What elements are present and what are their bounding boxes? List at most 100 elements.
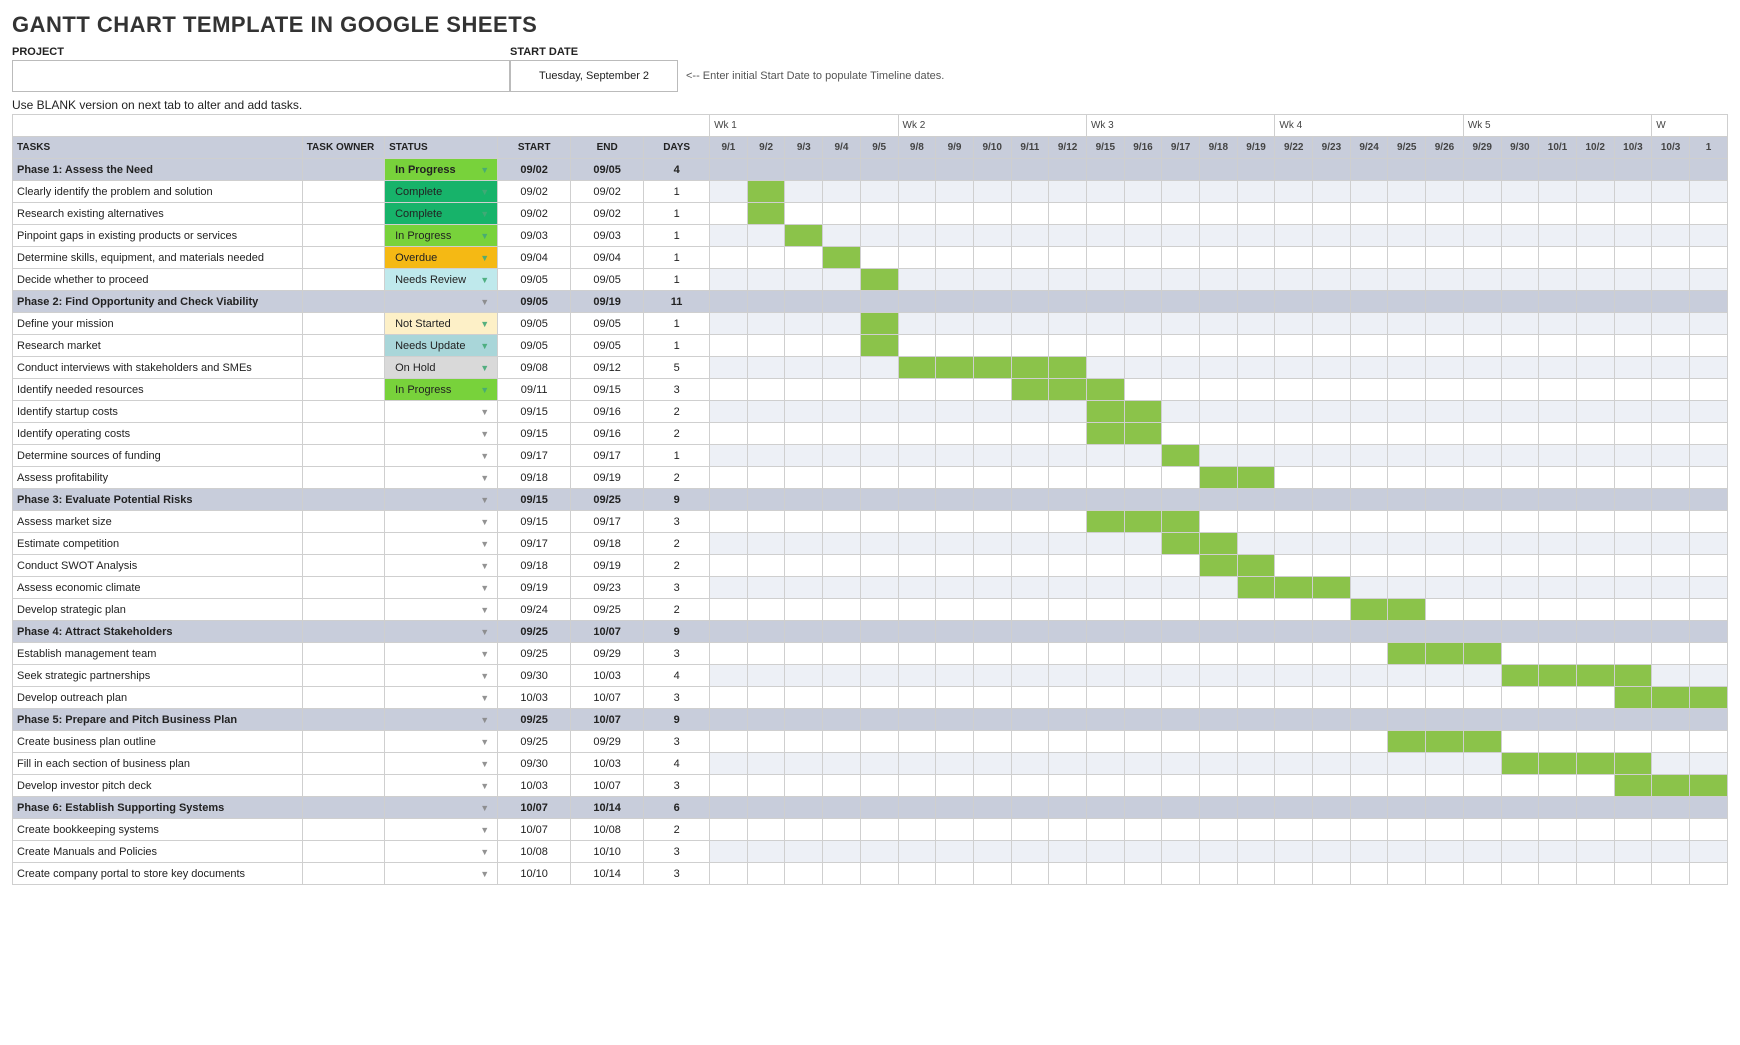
- timeline-cell[interactable]: [1501, 533, 1539, 555]
- timeline-cell[interactable]: [1275, 863, 1313, 885]
- timeline-cell[interactable]: [936, 797, 974, 819]
- timeline-cell[interactable]: [1463, 687, 1501, 709]
- status-cell[interactable]: In Progress▼: [385, 159, 498, 181]
- timeline-cell[interactable]: [1576, 753, 1614, 775]
- timeline-cell[interactable]: [1124, 467, 1162, 489]
- timeline-cell[interactable]: [823, 753, 861, 775]
- timeline-cell[interactable]: [1350, 423, 1388, 445]
- timeline-cell[interactable]: [860, 819, 898, 841]
- timeline-cell[interactable]: [1463, 797, 1501, 819]
- chevron-down-icon[interactable]: ▼: [480, 209, 491, 219]
- timeline-cell[interactable]: [936, 577, 974, 599]
- timeline-cell[interactable]: [1124, 643, 1162, 665]
- timeline-cell[interactable]: [1388, 159, 1426, 181]
- timeline-cell[interactable]: [1237, 291, 1275, 313]
- timeline-cell[interactable]: [1313, 511, 1351, 533]
- timeline-cell[interactable]: [1049, 687, 1087, 709]
- timeline-cell[interactable]: [1539, 291, 1577, 313]
- timeline-cell[interactable]: [1652, 731, 1690, 753]
- timeline-cell[interactable]: [1501, 863, 1539, 885]
- timeline-cell[interactable]: [1162, 489, 1200, 511]
- status-cell[interactable]: ▼: [385, 775, 498, 797]
- timeline-cell[interactable]: [1426, 555, 1464, 577]
- timeline-cell[interactable]: [710, 445, 748, 467]
- status-cell[interactable]: ▼: [385, 445, 498, 467]
- timeline-cell[interactable]: [898, 731, 936, 753]
- timeline-cell[interactable]: [1350, 555, 1388, 577]
- status-cell[interactable]: On Hold▼: [385, 357, 498, 379]
- timeline-cell[interactable]: [973, 401, 1011, 423]
- timeline-cell[interactable]: [860, 753, 898, 775]
- timeline-cell[interactable]: [1426, 775, 1464, 797]
- timeline-cell[interactable]: [1011, 291, 1049, 313]
- timeline-cell[interactable]: [823, 401, 861, 423]
- status-cell[interactable]: Needs Update▼: [385, 335, 498, 357]
- timeline-cell[interactable]: [1162, 797, 1200, 819]
- timeline-cell[interactable]: [1576, 731, 1614, 753]
- timeline-cell[interactable]: [1463, 445, 1501, 467]
- timeline-cell[interactable]: [1388, 687, 1426, 709]
- timeline-cell[interactable]: [823, 819, 861, 841]
- timeline-cell[interactable]: [710, 335, 748, 357]
- timeline-cell[interactable]: [1426, 203, 1464, 225]
- timeline-cell[interactable]: [710, 555, 748, 577]
- chevron-down-icon[interactable]: ▼: [480, 539, 491, 549]
- timeline-cell[interactable]: [973, 159, 1011, 181]
- timeline-cell[interactable]: [936, 511, 974, 533]
- status-cell[interactable]: ▼: [385, 687, 498, 709]
- timeline-cell[interactable]: [860, 643, 898, 665]
- timeline-cell[interactable]: [823, 489, 861, 511]
- timeline-cell[interactable]: [1124, 203, 1162, 225]
- cell-end[interactable]: 09/15: [571, 379, 644, 401]
- timeline-cell[interactable]: [936, 357, 974, 379]
- timeline-cell[interactable]: [860, 445, 898, 467]
- timeline-cell[interactable]: [1162, 533, 1200, 555]
- timeline-cell[interactable]: [1388, 269, 1426, 291]
- status-cell[interactable]: ▼: [385, 555, 498, 577]
- timeline-cell[interactable]: [1199, 225, 1237, 247]
- timeline-cell[interactable]: [1614, 401, 1652, 423]
- timeline-cell[interactable]: [1463, 357, 1501, 379]
- timeline-cell[interactable]: [1426, 357, 1464, 379]
- timeline-cell[interactable]: [1689, 291, 1727, 313]
- timeline-cell[interactable]: [1463, 511, 1501, 533]
- timeline-cell[interactable]: [1539, 467, 1577, 489]
- timeline-cell[interactable]: [1614, 577, 1652, 599]
- timeline-cell[interactable]: [1463, 863, 1501, 885]
- task-name[interactable]: Seek strategic partnerships: [13, 665, 303, 687]
- timeline-cell[interactable]: [1576, 511, 1614, 533]
- project-input[interactable]: [12, 60, 510, 92]
- cell-start[interactable]: 09/05: [498, 313, 571, 335]
- timeline-cell[interactable]: [1576, 159, 1614, 181]
- timeline-cell[interactable]: [1652, 291, 1690, 313]
- timeline-cell[interactable]: [936, 159, 974, 181]
- timeline-cell[interactable]: [973, 423, 1011, 445]
- timeline-cell[interactable]: [1162, 269, 1200, 291]
- timeline-cell[interactable]: [1086, 423, 1124, 445]
- timeline-cell[interactable]: [1011, 731, 1049, 753]
- timeline-cell[interactable]: [1313, 709, 1351, 731]
- status-cell[interactable]: Needs Review▼: [385, 269, 498, 291]
- timeline-cell[interactable]: [1463, 225, 1501, 247]
- timeline-cell[interactable]: [1237, 797, 1275, 819]
- timeline-cell[interactable]: [1313, 445, 1351, 467]
- timeline-cell[interactable]: [898, 225, 936, 247]
- timeline-cell[interactable]: [823, 533, 861, 555]
- timeline-cell[interactable]: [1011, 599, 1049, 621]
- timeline-cell[interactable]: [973, 863, 1011, 885]
- cell-end[interactable]: 09/16: [571, 423, 644, 445]
- timeline-cell[interactable]: [1614, 247, 1652, 269]
- timeline-cell[interactable]: [1199, 511, 1237, 533]
- timeline-cell[interactable]: [1652, 665, 1690, 687]
- task-owner[interactable]: [302, 753, 384, 775]
- timeline-cell[interactable]: [1313, 599, 1351, 621]
- timeline-cell[interactable]: [1275, 159, 1313, 181]
- timeline-cell[interactable]: [1313, 533, 1351, 555]
- timeline-cell[interactable]: [1124, 489, 1162, 511]
- task-owner[interactable]: [302, 775, 384, 797]
- timeline-cell[interactable]: [1011, 665, 1049, 687]
- chevron-down-icon[interactable]: ▼: [480, 165, 491, 175]
- cell-end[interactable]: 09/12: [571, 357, 644, 379]
- timeline-cell[interactable]: [898, 863, 936, 885]
- timeline-cell[interactable]: [1049, 269, 1087, 291]
